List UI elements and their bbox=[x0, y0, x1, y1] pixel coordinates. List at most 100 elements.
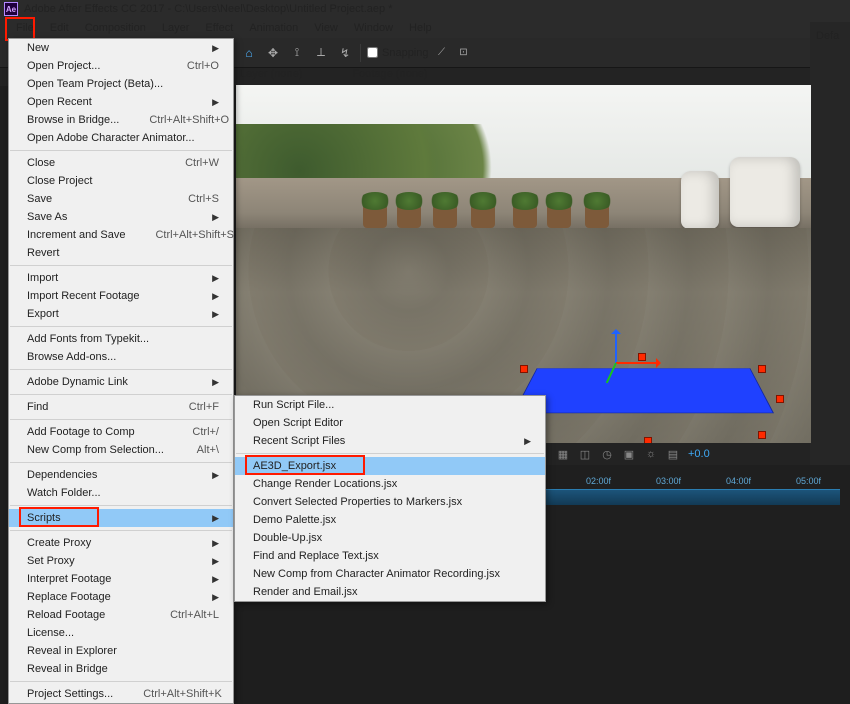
timecode-3: 04:00f bbox=[726, 476, 751, 486]
scripts-item-6[interactable]: Convert Selected Properties to Markers.j… bbox=[235, 493, 545, 511]
time-ruler[interactable]: 01:00f02:00f03:00f04:00f05:00f06:00f07:0… bbox=[496, 489, 840, 505]
menu-composition[interactable]: Composition bbox=[77, 20, 154, 36]
chevron-right-icon: ▶ bbox=[212, 513, 219, 524]
file-item-21: Adobe Dynamic Link▶ bbox=[9, 373, 233, 391]
scripts-label-10: New Comp from Character Animator Recordi… bbox=[253, 568, 500, 580]
menu-help[interactable]: Help bbox=[401, 20, 440, 36]
file-label-29: Watch Folder... bbox=[27, 487, 101, 499]
file-item-31[interactable]: Scripts ▶ bbox=[9, 509, 233, 527]
menu-effect[interactable]: Effect bbox=[197, 20, 241, 36]
offset-value[interactable]: +0.0 bbox=[688, 448, 710, 460]
grid-icon[interactable]: ▦ bbox=[556, 447, 570, 461]
scripts-item-11[interactable]: Render and Email.jsx bbox=[235, 583, 545, 601]
chevron-right-icon: ▶ bbox=[212, 470, 219, 481]
water-tank-2 bbox=[681, 171, 719, 229]
chevron-right-icon: ▶ bbox=[212, 309, 219, 320]
file-item-7[interactable]: CloseCtrl+W bbox=[9, 154, 233, 172]
file-item-11[interactable]: Increment and SaveCtrl+Alt+Shift+S bbox=[9, 226, 233, 244]
right-hint-label: Defa bbox=[816, 30, 839, 42]
file-item-0[interactable]: New▶ bbox=[9, 39, 233, 57]
file-item-42[interactable]: Project Settings...Ctrl+Alt+Shift+K bbox=[9, 685, 233, 703]
file-label-14: Import bbox=[27, 272, 58, 284]
scripts-item-10[interactable]: New Comp from Character Animator Recordi… bbox=[235, 565, 545, 583]
file-item-16[interactable]: Export▶ bbox=[9, 305, 233, 323]
axis3-icon[interactable]: ↯ bbox=[336, 44, 354, 62]
timecode-1: 02:00f bbox=[586, 476, 611, 486]
chevron-right-icon: ▶ bbox=[212, 43, 219, 54]
file-label-23: Find bbox=[27, 401, 48, 413]
file-item-5[interactable]: Open Adobe Character Animator... bbox=[9, 129, 233, 147]
scripts-label-4: AE3D_Export.jsx bbox=[253, 460, 336, 472]
snapping-toggle[interactable]: Snapping ⟋ ⊡ bbox=[367, 44, 473, 62]
file-label-9: Save bbox=[27, 193, 52, 205]
scripts-item-2[interactable]: Recent Script Files ▶ bbox=[235, 432, 545, 450]
file-label-42: Project Settings... bbox=[27, 688, 113, 700]
scripts-label-7: Demo Palette.jsx bbox=[253, 514, 336, 526]
axis2-icon[interactable]: ⟂ bbox=[312, 44, 330, 62]
file-label-10: Save As bbox=[27, 211, 67, 223]
file-label-36: Replace Footage bbox=[27, 591, 111, 603]
layer-tab[interactable]: Layer (none) bbox=[240, 68, 302, 86]
scripts-item-7[interactable]: Demo Palette.jsx bbox=[235, 511, 545, 529]
file-label-4: Browse in Bridge... bbox=[27, 114, 119, 126]
file-label-39: Reveal in Explorer bbox=[27, 645, 117, 657]
file-item-1[interactable]: Open Project...Ctrl+O bbox=[9, 57, 233, 75]
file-item-2[interactable]: Open Team Project (Beta)... bbox=[9, 75, 233, 93]
file-label-26: New Comp from Selection... bbox=[27, 444, 164, 456]
axis-icon[interactable]: ⟟ bbox=[288, 44, 306, 62]
file-item-10[interactable]: Save As ▶ bbox=[9, 208, 233, 226]
menu-layer[interactable]: Layer bbox=[154, 20, 198, 36]
scripts-item-8[interactable]: Double-Up.jsx bbox=[235, 529, 545, 547]
solid-layer[interactable] bbox=[513, 368, 774, 413]
menu-animation[interactable]: Animation bbox=[241, 20, 306, 36]
file-item-36: Replace Footage ▶ bbox=[9, 588, 233, 606]
menu-view[interactable]: View bbox=[306, 20, 346, 36]
snapping-icon: ⟋ bbox=[433, 44, 451, 62]
file-item-40: Reveal in Bridge bbox=[9, 660, 233, 678]
menu-window[interactable]: Window bbox=[346, 20, 401, 36]
scripts-item-4[interactable]: AE3D_Export.jsx bbox=[235, 457, 545, 475]
file-label-12: Revert bbox=[27, 247, 59, 259]
orbit-icon[interactable]: ✥ bbox=[264, 44, 282, 62]
file-item-4[interactable]: Browse in Bridge...Ctrl+Alt+Shift+O bbox=[9, 111, 233, 129]
file-item-8[interactable]: Close Project bbox=[9, 172, 233, 190]
file-item-12[interactable]: Revert bbox=[9, 244, 233, 262]
scripts-item-1[interactable]: Open Script Editor bbox=[235, 414, 545, 432]
scripts-label-8: Double-Up.jsx bbox=[253, 532, 322, 544]
snapping-label: Snapping bbox=[382, 47, 429, 59]
file-item-14[interactable]: Import▶ bbox=[9, 269, 233, 287]
scripts-item-0[interactable]: Run Script File... bbox=[235, 396, 545, 414]
mask-icon[interactable]: ◫ bbox=[578, 447, 592, 461]
chevron-right-icon: ▶ bbox=[212, 574, 219, 585]
menu-file[interactable]: File bbox=[8, 20, 42, 36]
chevron-right-icon: ▶ bbox=[212, 212, 219, 223]
menubar: FileEditCompositionLayerEffectAnimationV… bbox=[0, 18, 850, 38]
composition-viewport[interactable] bbox=[236, 85, 811, 443]
file-item-9[interactable]: SaveCtrl+S bbox=[9, 190, 233, 208]
file-item-15[interactable]: Import Recent Footage▶ bbox=[9, 287, 233, 305]
sun-icon[interactable]: ☼ bbox=[644, 447, 658, 461]
chevron-right-icon: ▶ bbox=[212, 592, 219, 603]
file-label-31: Scripts bbox=[27, 512, 61, 524]
file-item-37: Reload FootageCtrl+Alt+L bbox=[9, 606, 233, 624]
scripts-item-5[interactable]: Change Render Locations.jsx bbox=[235, 475, 545, 493]
file-item-29[interactable]: Watch Folder... bbox=[9, 484, 233, 502]
titlebar: Ae Adobe After Effects CC 2017 - C:\User… bbox=[0, 0, 850, 18]
file-item-33[interactable]: Create Proxy▶ bbox=[9, 534, 233, 552]
clock-icon[interactable]: ◷ bbox=[600, 447, 614, 461]
home-icon[interactable]: ⌂ bbox=[240, 44, 258, 62]
file-item-23[interactable]: FindCtrl+F bbox=[9, 398, 233, 416]
footage-tab[interactable]: Footage (none) bbox=[352, 68, 427, 86]
snapping-checkbox[interactable] bbox=[367, 47, 378, 58]
camera-icon[interactable]: ▣ bbox=[622, 447, 636, 461]
menu-edit[interactable]: Edit bbox=[42, 20, 77, 36]
scripts-label-2: Recent Script Files bbox=[253, 435, 345, 447]
file-item-18[interactable]: Add Fonts from Typekit... bbox=[9, 330, 233, 348]
file-item-28[interactable]: Dependencies▶ bbox=[9, 466, 233, 484]
file-label-35: Interpret Footage bbox=[27, 573, 111, 585]
file-item-19[interactable]: Browse Add-ons... bbox=[9, 348, 233, 366]
chevron-right-icon: ▶ bbox=[524, 436, 531, 447]
alpha-icon[interactable]: ▤ bbox=[666, 447, 680, 461]
transform-gizmo[interactable] bbox=[616, 363, 617, 364]
file-item-3[interactable]: Open Recent▶ bbox=[9, 93, 233, 111]
